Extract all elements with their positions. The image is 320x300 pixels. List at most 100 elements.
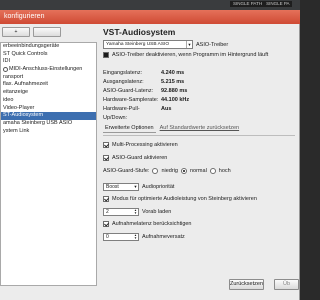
info-key: ASIO-Guard-Latenz: bbox=[103, 88, 154, 94]
settings-panel: VST-Audiosystem Yamaha Steinberg USB ASI… bbox=[103, 24, 300, 300]
level-normal-radio[interactable] bbox=[180, 168, 187, 174]
stepper-arrows-icon[interactable]: ▲ ▼ bbox=[133, 234, 138, 240]
tab-divider bbox=[103, 135, 295, 136]
tree-item[interactable]: IDI bbox=[1, 58, 96, 66]
window-titlebar[interactable]: konfigurieren bbox=[0, 10, 300, 24]
level-low-radio[interactable] bbox=[152, 168, 159, 174]
record-offset-stepper[interactable]: 0 ▲ ▼ bbox=[103, 233, 139, 241]
midi-port-icon bbox=[3, 67, 8, 73]
info-value: 4.240 ms bbox=[161, 70, 185, 76]
background-option-row: ASIO-Treiber deaktivieren, wenn Programm… bbox=[103, 52, 268, 58]
apply-button[interactable]: Üb bbox=[274, 279, 299, 290]
asioguard-row: ASIO-Guard aktivieren bbox=[103, 155, 167, 161]
add-button[interactable]: + bbox=[2, 27, 30, 37]
steinberg-mode-checkbox[interactable] bbox=[103, 196, 109, 202]
tree-item-label: IDI bbox=[3, 58, 11, 65]
asio-driver-select[interactable]: Yamaha Steinberg USB ASIO ▼ bbox=[103, 40, 193, 49]
record-latency-row: Aufnahmelatenz berücksichtigen bbox=[103, 221, 192, 227]
tree-item[interactable]: eitanzeige bbox=[1, 89, 96, 97]
tree-item-label: MIDI-Anschluss-Einstellungen bbox=[9, 66, 83, 73]
info-key: Hardware-Pull-Up/Down: bbox=[103, 106, 140, 121]
tree-item-label: eitanzeige bbox=[3, 89, 29, 96]
preload-stepper[interactable]: 2 ▲ ▼ bbox=[103, 208, 139, 216]
tree-item[interactable]: flax. Aufnahmezeit bbox=[1, 81, 96, 89]
device-setup-dialog: + erbeeinbindungsgeräte ST Quick Controls… bbox=[0, 24, 300, 300]
stepper-arrows-icon[interactable]: ▲ ▼ bbox=[133, 209, 138, 215]
reset-defaults-link[interactable]: Auf Standardwerte zurücksetzen bbox=[158, 124, 242, 133]
info-value: Aus bbox=[161, 106, 172, 112]
host-indicator-label-1: SINGLE PATH bbox=[233, 1, 263, 6]
record-latency-checkbox[interactable] bbox=[103, 221, 109, 227]
tree-item[interactable]: amaha Steinberg USB ASIO bbox=[1, 120, 96, 128]
steinberg-mode-label: Modus für optimierte Audioleistung von S… bbox=[112, 196, 257, 202]
info-row: ASIO-Guard-Latenz: 92.880 ms bbox=[103, 87, 213, 96]
preload-label: Vorab laden bbox=[142, 209, 172, 215]
info-row: Hardware-Pull-Up/Down: Aus bbox=[103, 105, 213, 121]
tree-item[interactable]: ystem Link bbox=[1, 128, 96, 136]
level-normal-label: normal bbox=[189, 168, 207, 174]
audio-priority-select[interactable]: Boost ▼ bbox=[103, 183, 139, 191]
chevron-down-icon: ▼ bbox=[133, 184, 138, 189]
audio-priority-row: Boost ▼ Audiopriorität bbox=[103, 183, 174, 191]
tree-item[interactable]: ransport bbox=[1, 74, 96, 82]
tree-item-label: erbeeinbindungsgeräte bbox=[3, 43, 60, 49]
info-row: Eingangslatenz: 4.240 ms bbox=[103, 69, 213, 78]
tree-item-label: ST-Audiosystem bbox=[3, 112, 44, 119]
host-window-strip: SINGLE PATH SINGLE PA bbox=[0, 0, 300, 10]
window-title: konfigurieren bbox=[4, 13, 45, 20]
device-tree[interactable]: erbeeinbindungsgeräte ST Quick Controls ID… bbox=[0, 42, 97, 286]
info-row: Hardware-Samplerate: 44.100 kHz bbox=[103, 96, 213, 105]
record-offset-row: 0 ▲ ▼ Aufnahmeversatz bbox=[103, 233, 185, 241]
host-indicator-label-2: SINGLE PA bbox=[266, 1, 290, 6]
audio-priority-label: Audiopriorität bbox=[142, 184, 175, 190]
info-value: 5.215 ms bbox=[161, 79, 185, 85]
info-value: 92.880 ms bbox=[161, 88, 188, 94]
dialog-button-row: Zurücksetzen Üb bbox=[229, 279, 299, 290]
tree-item-label: ST Quick Controls bbox=[3, 50, 48, 57]
tree-item[interactable]: ST Quick Controls bbox=[1, 51, 96, 59]
host-status-indicator: SINGLE PATH SINGLE PA bbox=[230, 1, 292, 7]
background-deactivate-label: ASIO-Treiber deaktivieren, wenn Programm… bbox=[112, 52, 269, 58]
info-key: Hardware-Samplerate: bbox=[103, 97, 159, 103]
background-deactivate-checkbox[interactable] bbox=[103, 52, 109, 58]
record-offset-label: Aufnahmeversatz bbox=[142, 234, 185, 240]
preload-value: 2 bbox=[106, 209, 109, 215]
tree-toolbar: + bbox=[2, 27, 98, 37]
tree-item[interactable]: MIDI-Anschluss-Einstellungen bbox=[1, 66, 96, 74]
asioguard-level-label: ASIO-Guard-Stufe: bbox=[103, 168, 150, 174]
tree-item[interactable]: ST-Audiosystem bbox=[1, 112, 96, 120]
tree-item[interactable]: ideo bbox=[1, 97, 96, 105]
multiprocessing-checkbox[interactable] bbox=[103, 142, 109, 148]
record-offset-value: 0 bbox=[106, 234, 109, 240]
tree-item-label: ideo bbox=[3, 96, 14, 103]
info-key: Ausgangslatenz: bbox=[103, 79, 144, 85]
tree-item-label: ystem Link bbox=[3, 127, 30, 134]
tree-item-label: Video-Player bbox=[3, 104, 35, 111]
chevron-down-icon: ▼ bbox=[186, 41, 192, 48]
options-tabs: Erweiterte Optionen Auf Standardwerte zu… bbox=[103, 124, 241, 133]
tree-item-label: ransport bbox=[3, 73, 24, 80]
asioguard-level-row: ASIO-Guard-Stufe: niedrig normal hoch bbox=[103, 168, 231, 174]
tab-advanced-options[interactable]: Erweiterte Optionen bbox=[103, 124, 156, 133]
asioguard-checkbox[interactable] bbox=[103, 155, 109, 161]
toolbar-button[interactable] bbox=[33, 27, 61, 37]
tree-item-label: amaha Steinberg USB ASIO bbox=[3, 119, 73, 126]
tree-item[interactable]: erbeeinbindungsgeräte bbox=[1, 43, 96, 51]
multiprocessing-row: Multi-Processing aktivieren bbox=[103, 142, 178, 148]
tree-item[interactable]: Video-Player bbox=[1, 105, 96, 113]
latency-info-table: Eingangslatenz: 4.240 ms Ausgangslatenz: 5.… bbox=[103, 69, 213, 121]
steinberg-mode-row: Modus für optimierte Audioleistung von S… bbox=[103, 196, 257, 202]
info-key: Eingangslatenz: bbox=[103, 70, 143, 76]
asio-driver-row: Yamaha Steinberg USB ASIO ▼ ASIO-Treiber bbox=[103, 40, 228, 49]
preload-row: 2 ▲ ▼ Vorab laden bbox=[103, 208, 171, 216]
page-title: VST-Audiosystem bbox=[103, 27, 176, 37]
asioguard-label: ASIO-Guard aktivieren bbox=[112, 155, 168, 161]
reset-button[interactable]: Zurücksetzen bbox=[229, 279, 264, 290]
tree-item-label: flax. Aufnahmezeit bbox=[3, 81, 48, 88]
record-latency-label: Aufnahmelatenz berücksichtigen bbox=[112, 221, 192, 227]
audio-priority-value: Boost bbox=[106, 184, 119, 190]
level-high-radio[interactable] bbox=[209, 168, 216, 174]
level-high-label: hoch bbox=[218, 168, 231, 174]
asio-driver-value: Yamaha Steinberg USB ASIO bbox=[106, 42, 170, 47]
level-low-label: niedrig bbox=[161, 168, 178, 174]
